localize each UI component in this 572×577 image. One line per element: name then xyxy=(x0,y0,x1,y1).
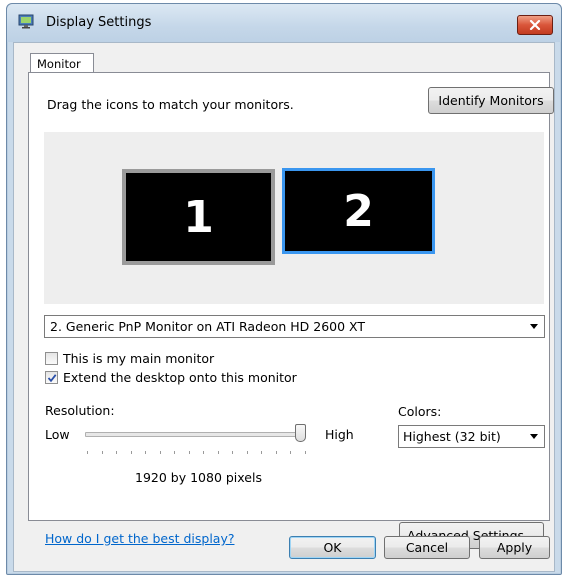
extend-desktop-label: Extend the desktop onto this monitor xyxy=(63,370,297,385)
colors-select-value: Highest (32 bit) xyxy=(403,429,501,444)
checkmark-icon xyxy=(47,374,57,383)
slider-tick xyxy=(218,451,219,454)
slider-tick xyxy=(174,451,175,454)
monitor-arrangement-area: 1 2 xyxy=(44,132,544,304)
resolution-slider-track[interactable] xyxy=(85,432,306,437)
dialog-client-area: Monitor Drag the icons to match your mon… xyxy=(13,42,555,572)
close-button[interactable] xyxy=(517,15,553,35)
slider-tick xyxy=(131,451,132,454)
main-monitor-row[interactable]: This is my main monitor xyxy=(45,351,214,366)
colors-label: Colors: xyxy=(398,404,442,419)
chevron-down-icon xyxy=(530,434,538,439)
colors-select[interactable]: Highest (32 bit) xyxy=(398,425,545,448)
slider-tick xyxy=(87,451,88,454)
extend-desktop-row[interactable]: Extend the desktop onto this monitor xyxy=(45,370,297,385)
slider-tick xyxy=(276,451,277,454)
window-title: Display Settings xyxy=(46,15,152,30)
tab-monitor[interactable]: Monitor xyxy=(30,53,94,73)
resolution-high-label: High xyxy=(325,427,354,442)
title-bar[interactable]: Display Settings xyxy=(7,4,561,42)
slider-tick xyxy=(116,451,117,454)
slider-tick xyxy=(247,451,248,454)
ok-button[interactable]: OK xyxy=(289,536,376,559)
monitor-1-icon[interactable]: 1 xyxy=(122,169,275,265)
resolution-slider-thumb[interactable] xyxy=(295,424,306,442)
apply-button[interactable]: Apply xyxy=(479,536,550,559)
display-settings-icon xyxy=(18,14,34,29)
monitor-tab-panel: Drag the icons to match your monitors. I… xyxy=(28,72,554,549)
slider-tick xyxy=(160,451,161,454)
slider-tick xyxy=(189,451,190,454)
help-link[interactable]: How do I get the best display? xyxy=(45,531,234,546)
extend-desktop-checkbox[interactable] xyxy=(45,371,58,384)
close-icon xyxy=(529,20,541,30)
cancel-button[interactable]: Cancel xyxy=(384,536,470,559)
drag-instruction: Drag the icons to match your monitors. xyxy=(47,97,294,112)
slider-tick xyxy=(261,451,262,454)
resolution-value: 1920 by 1080 pixels xyxy=(135,470,262,485)
monitor-select-value: 2. Generic PnP Monitor on ATI Radeon HD … xyxy=(50,319,366,334)
monitor-2-icon[interactable]: 2 xyxy=(282,168,435,254)
slider-tick xyxy=(232,451,233,454)
slider-tick xyxy=(102,451,103,454)
monitor-select[interactable]: 2. Generic PnP Monitor on ATI Radeon HD … xyxy=(44,315,545,338)
main-monitor-label: This is my main monitor xyxy=(63,351,215,366)
identify-monitors-button[interactable]: Identify Monitors xyxy=(428,87,554,114)
resolution-slider-ticks xyxy=(87,451,306,455)
slider-tick xyxy=(305,451,306,454)
display-settings-window: Display Settings Monitor Drag the icons … xyxy=(6,3,562,575)
resolution-label: Resolution: xyxy=(45,403,115,418)
slider-tick xyxy=(145,451,146,454)
resolution-low-label: Low xyxy=(45,427,70,442)
main-monitor-checkbox[interactable] xyxy=(45,352,58,365)
chevron-down-icon xyxy=(530,324,538,329)
slider-tick xyxy=(290,451,291,454)
slider-tick xyxy=(203,451,204,454)
